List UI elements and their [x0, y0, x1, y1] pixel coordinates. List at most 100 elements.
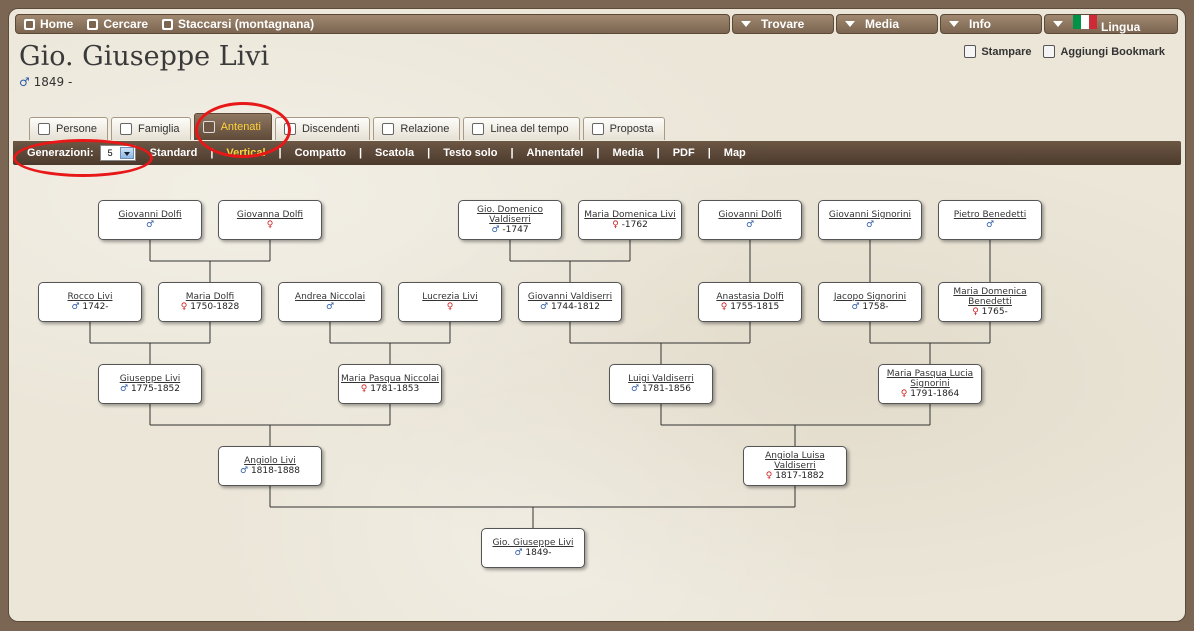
- person-name-link[interactable]: Jacopo Signorini: [834, 292, 906, 302]
- separator: |: [427, 147, 431, 159]
- person-name-link[interactable]: Maria Domenica Livi: [584, 210, 675, 220]
- person-box[interactable]: Jacopo Signorini ♂ 1758-: [818, 282, 922, 322]
- person-name-link[interactable]: Giovanni Dolfi: [718, 210, 781, 220]
- view-pdf[interactable]: PDF: [673, 147, 695, 159]
- life-years: 1781-1856: [639, 384, 691, 394]
- person-name-link[interactable]: Maria Pasqua Lucia Signorini: [879, 369, 981, 389]
- male-icon: ♂: [851, 302, 860, 312]
- page-title: Gio. Giuseppe Livi: [19, 41, 270, 72]
- view-scatola[interactable]: Scatola: [375, 147, 414, 159]
- relationship-icon: [382, 123, 395, 135]
- media-menu[interactable]: Media: [836, 14, 938, 34]
- info-menu[interactable]: Info: [940, 14, 1042, 34]
- lock-icon: [162, 18, 174, 30]
- search-icon: [87, 18, 99, 30]
- person-box[interactable]: Gio. Giuseppe Livi ♂ 1849-: [481, 528, 585, 568]
- person-name-link[interactable]: Andrea Niccolai: [295, 292, 365, 302]
- person-icon: [38, 123, 50, 135]
- life-years: 1758-: [859, 302, 889, 312]
- male-icon: ♂: [540, 302, 549, 312]
- person-name-link[interactable]: Rocco Livi: [68, 292, 113, 302]
- person-dates: ♂: [326, 302, 334, 312]
- italian-flag-icon: [1073, 15, 1097, 29]
- male-icon: ♂: [745, 220, 755, 230]
- person-name-link[interactable]: Lucrezia Livi: [422, 292, 478, 302]
- tab-proposta[interactable]: Proposta: [582, 117, 665, 140]
- person-box[interactable]: Maria Domenica Livi ♀ -1762: [578, 200, 682, 240]
- person-box[interactable]: Maria Pasqua Lucia Signorini ♀ 1791-1864: [878, 364, 982, 404]
- home-link[interactable]: Home: [24, 17, 73, 31]
- person-name-link[interactable]: Anastasia Dolfi: [716, 292, 783, 302]
- person-name-link[interactable]: Luigi Valdiserri: [628, 374, 694, 384]
- view-vertical[interactable]: Vertical: [226, 147, 265, 159]
- person-name-link[interactable]: Giovanni Valdiserri: [528, 292, 612, 302]
- life-years: 1765-: [978, 307, 1008, 317]
- tab-relazione[interactable]: Relazione: [373, 117, 461, 140]
- male-icon: ♂: [120, 384, 129, 394]
- person-dates: ♀ 1791-1864: [901, 389, 960, 399]
- person-box[interactable]: Maria Domenica Benedetti ♀ 1765-: [938, 282, 1042, 322]
- search-link[interactable]: Cercare: [87, 17, 148, 31]
- person-name-link[interactable]: Angiola Luisa Valdiserri: [744, 451, 846, 471]
- life-years: -1747: [499, 225, 529, 235]
- person-name-link[interactable]: Maria Domenica Benedetti: [939, 287, 1041, 307]
- person-dates: ♀: [267, 220, 274, 230]
- person-box[interactable]: Maria Pasqua Niccolai ♀ 1781-1853: [338, 364, 442, 404]
- person-box[interactable]: Rocco Livi ♂ 1742-: [38, 282, 142, 322]
- person-box[interactable]: Angiolo Livi ♂ 1818-1888: [218, 446, 322, 486]
- person-box[interactable]: Giovanni Signorini ♂: [818, 200, 922, 240]
- bookmark-button[interactable]: Aggiungi Bookmark: [1043, 45, 1165, 58]
- person-box[interactable]: Maria Dolfi ♀ 1750-1828: [158, 282, 262, 322]
- person-name-link[interactable]: Giovanna Dolfi: [237, 210, 303, 220]
- view-compatto[interactable]: Compatto: [295, 147, 346, 159]
- view-media[interactable]: Media: [612, 147, 643, 159]
- male-icon: ♂: [19, 75, 30, 89]
- view-testo-solo[interactable]: Testo solo: [443, 147, 497, 159]
- logout-link[interactable]: Staccarsi (montagnana): [162, 17, 314, 31]
- tab-famiglia[interactable]: Famiglia: [110, 117, 191, 140]
- male-icon: ♂: [71, 302, 80, 312]
- printer-icon: [964, 45, 977, 58]
- female-icon: ♀: [612, 220, 619, 230]
- tab-persone[interactable]: Persone: [29, 117, 108, 140]
- view-standard[interactable]: Standard: [150, 147, 198, 159]
- life-years: 1744-1812: [548, 302, 600, 312]
- person-name-link[interactable]: Angiolo Livi: [244, 456, 296, 466]
- male-icon: ♂: [491, 225, 500, 235]
- person-box[interactable]: Angiola Luisa Valdiserri ♀ 1817-1882: [743, 446, 847, 486]
- page-frame: Home Cercare Staccarsi (montagnana) Trov…: [8, 8, 1186, 622]
- person-dates: ♀ 1781-1853: [361, 384, 420, 394]
- person-box[interactable]: Lucrezia Livi ♀: [398, 282, 502, 322]
- person-box[interactable]: Anastasia Dolfi ♀ 1755-1815: [698, 282, 802, 322]
- person-box[interactable]: Giovanni Valdiserri ♂ 1744-1812: [518, 282, 622, 322]
- person-box[interactable]: Luigi Valdiserri ♂ 1781-1856: [609, 364, 713, 404]
- person-box[interactable]: Pietro Benedetti ♂: [938, 200, 1042, 240]
- person-name-link[interactable]: Giovanni Signorini: [829, 210, 911, 220]
- tab-linea-del-tempo[interactable]: Linea del tempo: [463, 117, 580, 140]
- person-box[interactable]: Giuseppe Livi ♂ 1775-1852: [98, 364, 202, 404]
- print-button[interactable]: Stampare: [964, 45, 1031, 58]
- language-menu[interactable]: Lingua: [1044, 14, 1178, 34]
- person-box[interactable]: Giovanna Dolfi ♀: [218, 200, 322, 240]
- tab-antenati[interactable]: Antenati: [193, 113, 272, 140]
- person-box[interactable]: Gio. Domenico Valdiserri ♂ -1747: [458, 200, 562, 240]
- separator: |: [210, 147, 214, 159]
- person-name-link[interactable]: Giovanni Dolfi: [118, 210, 181, 220]
- person-name-link[interactable]: Maria Pasqua Niccolai: [341, 374, 439, 384]
- person-name-link[interactable]: Maria Dolfi: [186, 292, 234, 302]
- life-years: 1818-1888: [248, 466, 300, 476]
- view-ahnentafel[interactable]: Ahnentafel: [527, 147, 584, 159]
- person-dates: ♂: [986, 220, 994, 230]
- person-box[interactable]: Giovanni Dolfi ♂: [98, 200, 202, 240]
- person-name-link[interactable]: Giuseppe Livi: [120, 374, 181, 384]
- tab-discendenti[interactable]: Discendenti: [274, 117, 371, 140]
- find-menu[interactable]: Trovare: [732, 14, 834, 34]
- person-name-link[interactable]: Gio. Giuseppe Livi: [492, 538, 573, 548]
- generations-select[interactable]: 5: [99, 145, 136, 161]
- person-dates: ♂ 1849-: [514, 548, 551, 558]
- person-box[interactable]: Giovanni Dolfi ♂: [698, 200, 802, 240]
- person-name-link[interactable]: Pietro Benedetti: [954, 210, 1026, 220]
- view-map[interactable]: Map: [724, 147, 746, 159]
- person-box[interactable]: Andrea Niccolai ♂: [278, 282, 382, 322]
- person-name-link[interactable]: Gio. Domenico Valdiserri: [459, 205, 561, 225]
